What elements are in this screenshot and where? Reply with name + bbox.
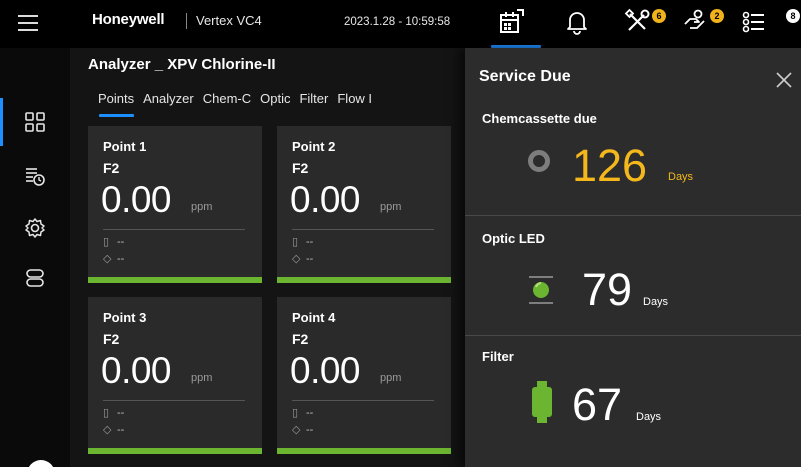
tab-chem-c[interactable]: Chem-C bbox=[203, 91, 251, 117]
filter-cartridge-icon bbox=[529, 380, 555, 424]
point-status-bar bbox=[277, 277, 451, 283]
point-divider bbox=[292, 229, 434, 230]
tag-icon: ◇ bbox=[292, 424, 301, 436]
maintenance-badge: 2 bbox=[710, 9, 724, 23]
filter-days: 67 bbox=[572, 379, 623, 430]
optic-led-icon bbox=[527, 274, 557, 306]
point-card[interactable]: Point 2 F2 0.00 ppm ▯ -- ◇ -- bbox=[277, 126, 451, 283]
event-list-badge: 8 bbox=[786, 9, 800, 23]
date-time: 2023.1.28 - 10:59:58 bbox=[344, 16, 451, 28]
point-name: Point 3 bbox=[103, 310, 147, 325]
point-reading: 0.00 bbox=[101, 179, 172, 220]
point-card[interactable]: Point 3 F2 0.00 ppm ▯ -- ◇ -- bbox=[88, 297, 262, 454]
optic-led-days-unit: Days bbox=[643, 296, 669, 308]
point-divider bbox=[103, 400, 245, 401]
point-gas: F2 bbox=[292, 160, 309, 176]
tab-flow[interactable]: Flow I bbox=[337, 91, 372, 117]
bell-icon[interactable] bbox=[565, 8, 599, 40]
point-name: Point 1 bbox=[103, 139, 147, 154]
point-gas: F2 bbox=[292, 331, 309, 347]
event-history-icon[interactable] bbox=[24, 165, 46, 187]
page-title: Analyzer _ XPV Chlorine-II bbox=[88, 56, 276, 73]
tag-icon: ◇ bbox=[103, 253, 112, 265]
point-card[interactable]: Point 1 F2 0.00 ppm ▯ -- ◇ -- bbox=[88, 126, 262, 283]
tab-filter[interactable]: Filter bbox=[299, 91, 328, 117]
point-status-bar bbox=[88, 448, 262, 454]
tag-icon: ◇ bbox=[292, 253, 301, 265]
main-content: Analyzer _ XPV Chlorine-II Points Analyze… bbox=[70, 48, 470, 467]
settings-gear-icon[interactable] bbox=[24, 217, 46, 239]
document-icon: ▯ bbox=[103, 236, 110, 248]
point-tag-row: ◇ -- bbox=[292, 424, 314, 436]
event-list-icon[interactable] bbox=[740, 8, 774, 40]
section-divider bbox=[465, 215, 801, 216]
tab-points[interactable]: Points bbox=[98, 91, 135, 117]
point-tag-row: ◇ -- bbox=[292, 253, 314, 265]
brand-separator bbox=[186, 13, 187, 29]
service-calendar-icon[interactable] bbox=[499, 8, 533, 40]
tag-icon: ◇ bbox=[103, 424, 112, 436]
point-divider bbox=[292, 400, 434, 401]
document-icon: ▯ bbox=[292, 407, 299, 419]
point-unit: ppm bbox=[380, 201, 402, 213]
point-name: Point 4 bbox=[292, 310, 336, 325]
point-info-row: ▯ -- bbox=[292, 236, 314, 248]
point-reading: 0.00 bbox=[290, 179, 361, 220]
section-divider bbox=[465, 335, 801, 336]
chemcassette-title: Chemcassette due bbox=[482, 111, 597, 126]
point-tag-row: ◇ -- bbox=[103, 253, 125, 265]
top-bar: Honeywell Vertex VC4 2023.1.28 - 10:59:5… bbox=[0, 0, 801, 48]
brand-logo: Honeywell bbox=[92, 11, 165, 28]
point-status-bar bbox=[88, 277, 262, 283]
optic-led-days: 79 bbox=[582, 264, 633, 315]
point-info-row: ▯ -- bbox=[103, 236, 125, 248]
point-card[interactable]: Point 4 F2 0.00 ppm ▯ -- ◇ -- bbox=[277, 297, 451, 454]
document-icon: ▯ bbox=[103, 407, 110, 419]
point-divider bbox=[103, 229, 245, 230]
tab-analyzer[interactable]: Analyzer bbox=[143, 91, 194, 117]
chemcassette-ring-icon bbox=[527, 149, 551, 173]
hamburger-menu-icon[interactable] bbox=[18, 14, 38, 32]
point-gas: F2 bbox=[103, 331, 120, 347]
filter-days-unit: Days bbox=[636, 411, 662, 423]
point-status-bar bbox=[277, 448, 451, 454]
point-unit: ppm bbox=[191, 201, 213, 213]
document-icon: ▯ bbox=[292, 236, 299, 248]
point-gas: F2 bbox=[103, 160, 120, 176]
filter-title: Filter bbox=[482, 349, 514, 364]
point-info-row: ▯ -- bbox=[103, 407, 125, 419]
point-info-row: ▯ -- bbox=[292, 407, 314, 419]
tab-optic[interactable]: Optic bbox=[260, 91, 290, 117]
close-icon[interactable] bbox=[776, 72, 792, 88]
point-name: Point 2 bbox=[292, 139, 336, 154]
panel-title: Service Due bbox=[479, 68, 571, 85]
tab-bar: Points Analyzer Chem-C Optic Filter Flow I bbox=[98, 90, 381, 117]
devices-icon[interactable] bbox=[24, 267, 46, 289]
service-due-panel: Service Due Chemcassette due 126 Days Op… bbox=[465, 48, 801, 467]
tools-badge: 6 bbox=[652, 9, 666, 23]
point-reading: 0.00 bbox=[101, 350, 172, 391]
point-reading: 0.00 bbox=[290, 350, 361, 391]
point-unit: ppm bbox=[191, 372, 213, 384]
sidebar-active-indicator bbox=[0, 98, 3, 146]
optic-led-title: Optic LED bbox=[482, 231, 545, 246]
dashboard-grid-icon[interactable] bbox=[24, 111, 46, 133]
user-avatar[interactable]: R1 bbox=[27, 460, 55, 467]
point-tag-row: ◇ -- bbox=[103, 424, 125, 436]
sidebar: R1 bbox=[0, 48, 70, 467]
point-unit: ppm bbox=[380, 372, 402, 384]
chemcassette-days: 126 bbox=[572, 140, 648, 191]
product-name: Vertex VC4 bbox=[196, 13, 262, 28]
chemcassette-days-unit: Days bbox=[668, 171, 694, 183]
